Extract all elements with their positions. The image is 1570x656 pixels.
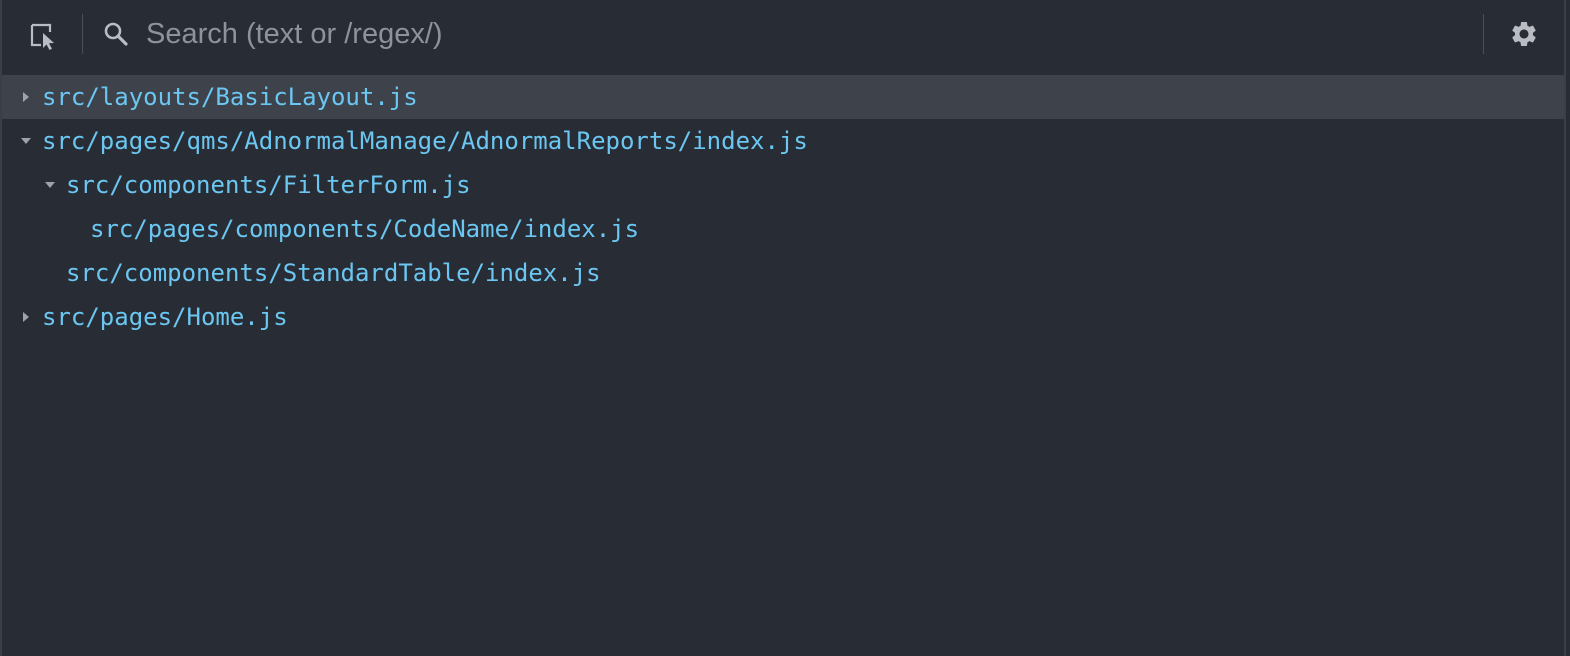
tree-row-label: src/pages/components/CodeName/index.js: [90, 215, 640, 243]
gear-icon[interactable]: [1506, 16, 1542, 52]
tree-row[interactable]: src/components/StandardTable/index.js: [2, 251, 1564, 295]
caret-right-icon[interactable]: [18, 295, 34, 339]
dependency-tree: src/layouts/BasicLayout.js src/pages/qms…: [2, 75, 1564, 339]
caret-down-icon[interactable]: [18, 119, 34, 163]
toolbar-divider: [1483, 14, 1484, 54]
tree-row-label: src/components/StandardTable/index.js: [66, 259, 601, 287]
tree-row-label: src/components/FilterForm.js: [66, 171, 471, 199]
search-input[interactable]: [146, 12, 1466, 56]
tree-row[interactable]: src/pages/components/CodeName/index.js: [2, 207, 1564, 251]
tree-row-label: src/pages/Home.js: [42, 303, 288, 331]
toolbar: [2, 0, 1564, 70]
tree-row-label: src/layouts/BasicLayout.js: [42, 83, 418, 111]
toolbar-divider: [82, 14, 83, 54]
search-icon: [102, 20, 130, 48]
caret-right-icon[interactable]: [18, 75, 34, 119]
dependency-tree-panel: src/layouts/BasicLayout.js src/pages/qms…: [0, 0, 1566, 656]
tree-row[interactable]: src/pages/Home.js: [2, 295, 1564, 339]
tree-row[interactable]: src/layouts/BasicLayout.js: [2, 75, 1564, 119]
tree-row[interactable]: src/pages/qms/AdnormalManage/AdnormalRep…: [2, 119, 1564, 163]
tree-row[interactable]: src/components/FilterForm.js: [2, 163, 1564, 207]
caret-down-icon[interactable]: [42, 163, 58, 207]
tree-row-label: src/pages/qms/AdnormalManage/AdnormalRep…: [42, 127, 808, 155]
inspect-element-icon[interactable]: [26, 18, 62, 54]
